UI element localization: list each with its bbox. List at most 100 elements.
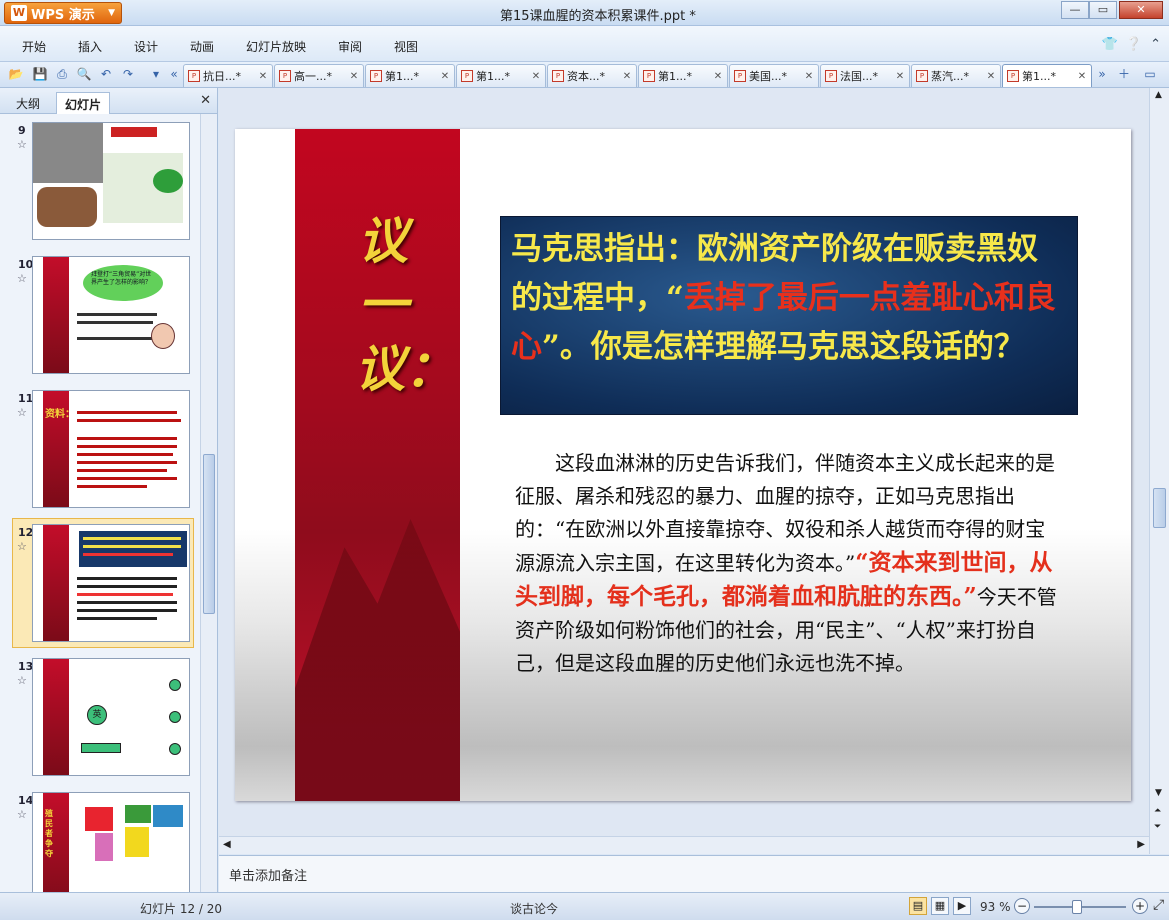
thumbnail-scrollbar[interactable]: [200, 114, 217, 892]
ppt-file-icon: P: [370, 70, 382, 82]
notes-input[interactable]: 单击添加备注: [219, 855, 1169, 892]
quote-box[interactable]: 马克思指出：欧洲资产阶级在贩卖黑奴的过程中，“丢掉了最后一点羞耻心和良心”。你是…: [500, 216, 1078, 415]
maximize-button[interactable]: ▭: [1089, 1, 1117, 19]
scroll-thumb[interactable]: [1153, 488, 1166, 528]
document-tab-bar: 📂 💾 ⎙ 🔍 ↶ ↷ ▾ « P 抗日...* ✕ P 高一...* ✕ P 第1...…: [0, 62, 1169, 88]
zoom-slider-knob[interactable]: [1072, 900, 1082, 914]
ppt-file-icon: P: [188, 70, 200, 82]
chevron-down-icon: ▼: [108, 8, 115, 18]
ppt-file-icon: P: [461, 70, 473, 82]
tab-close-icon[interactable]: ✕: [439, 71, 451, 82]
ppt-file-icon: P: [1007, 70, 1019, 82]
tab-list-icon[interactable]: ▭: [1142, 66, 1158, 82]
menu-home[interactable]: 开始: [22, 38, 46, 55]
zoom-out-button[interactable]: −: [1014, 898, 1030, 914]
tab-close-icon[interactable]: ✕: [1076, 71, 1088, 82]
print-preview-icon[interactable]: 🔍: [76, 66, 92, 82]
scroll-thumb[interactable]: [203, 454, 215, 614]
doc-tab-active[interactable]: P 第1...* ✕: [1002, 64, 1092, 87]
tab-slides[interactable]: 幻灯片: [56, 92, 111, 114]
new-tab-icon[interactable]: ＋: [1116, 66, 1132, 82]
help-icon[interactable]: ❔: [1126, 37, 1142, 52]
doc-tab[interactable]: P 法国...* ✕: [820, 64, 910, 87]
slide-body-text[interactable]: 这段血淋淋的历史告诉我们，伴随资本主义成长起来的是征服、屠杀和残忍的暴力、血腥的…: [515, 447, 1060, 680]
scroll-up-icon[interactable]: ▲: [1155, 90, 1162, 100]
tab-scroll-left-icon[interactable]: «: [166, 66, 182, 82]
doc-tab[interactable]: P 抗日...* ✕: [183, 64, 273, 87]
menu-view[interactable]: 视图: [394, 38, 418, 55]
menu-design[interactable]: 设计: [134, 38, 158, 55]
ppt-file-icon: P: [279, 70, 291, 82]
star-icon: ☆: [17, 540, 27, 553]
slideshow-icon[interactable]: ▶: [953, 897, 971, 915]
status-bar: 幻灯片 12 / 20 谈古论今 ▤ ▦ ▶ 93 % − + ⤢: [0, 892, 1169, 920]
tab-outline[interactable]: 大纲: [8, 92, 48, 114]
slide-editor: 议一议： 马克思指出：欧洲资产阶级在贩卖黑奴的过程中，“丢掉了最后一点羞耻心和良…: [219, 88, 1169, 854]
ppt-file-icon: P: [552, 70, 564, 82]
star-icon: ☆: [17, 808, 27, 821]
scroll-right-icon[interactable]: ▶: [1137, 839, 1145, 850]
tab-close-icon[interactable]: ✕: [348, 71, 360, 82]
tab-close-icon[interactable]: ✕: [712, 71, 724, 82]
ppt-file-icon: P: [734, 70, 746, 82]
title-bar: W WPS 演示 ▼ 第15课血腥的资本积累课件.ppt * — ▭ ✕: [0, 0, 1169, 26]
menu-review[interactable]: 审阅: [338, 38, 362, 55]
ppt-file-icon: P: [916, 70, 928, 82]
print-icon[interactable]: ⎙: [54, 66, 70, 82]
skin-icon[interactable]: 👕: [1102, 37, 1118, 52]
slide-counter: 幻灯片 12 / 20: [140, 902, 223, 916]
menu-bar: 开始 插入 设计 动画 幻灯片放映 审阅 视图 👕 ❔ ⌃: [0, 26, 1169, 62]
undo-icon[interactable]: ↶: [98, 66, 114, 82]
save-icon[interactable]: 💾: [32, 66, 48, 82]
theme-name: 谈古论今: [510, 902, 559, 916]
normal-view-icon[interactable]: ▤: [909, 897, 927, 915]
doc-tab[interactable]: P 第1...* ✕: [365, 64, 455, 87]
scroll-down-icon[interactable]: ▼: [1155, 788, 1162, 798]
menu-animation[interactable]: 动画: [190, 38, 214, 55]
redo-icon[interactable]: ↷: [120, 66, 136, 82]
doc-tab[interactable]: P 第1...* ✕: [456, 64, 546, 87]
star-icon: ☆: [17, 138, 27, 151]
window-title: 第15课血腥的资本积累课件.ppt *: [500, 9, 696, 24]
tab-close-icon[interactable]: ✕: [621, 71, 633, 82]
minimize-button[interactable]: —: [1061, 1, 1089, 19]
doc-tab[interactable]: P 高一...* ✕: [274, 64, 364, 87]
star-icon: ☆: [17, 406, 27, 419]
tab-close-icon[interactable]: ✕: [530, 71, 542, 82]
previous-slide-icon[interactable]: ⏶: [1154, 806, 1161, 816]
tab-close-icon[interactable]: ✕: [894, 71, 906, 82]
fit-window-icon[interactable]: ⤢: [1153, 897, 1164, 913]
ppt-file-icon: P: [643, 70, 655, 82]
menu-insert[interactable]: 插入: [78, 38, 102, 55]
doc-tab[interactable]: P 美国...* ✕: [729, 64, 819, 87]
doc-tab[interactable]: P 资本...* ✕: [547, 64, 637, 87]
horizontal-scrollbar[interactable]: ◀ ▶: [219, 836, 1149, 854]
ribbon-toggle-icon[interactable]: ⌃: [1150, 37, 1161, 52]
slide-title[interactable]: 议一议：: [355, 209, 455, 401]
close-button[interactable]: ✕: [1119, 1, 1163, 19]
tab-close-icon[interactable]: ✕: [257, 71, 269, 82]
star-icon: ☆: [17, 674, 27, 687]
ppt-file-icon: P: [825, 70, 837, 82]
zoom-in-button[interactable]: +: [1132, 898, 1148, 914]
wps-menu-button[interactable]: W WPS 演示 ▼: [4, 2, 122, 24]
vertical-scrollbar[interactable]: ▲ ▼ ⏶ ⏷: [1149, 88, 1169, 854]
next-slide-icon[interactable]: ⏷: [1154, 822, 1161, 832]
current-slide[interactable]: 议一议： 马克思指出：欧洲资产阶级在贩卖黑奴的过程中，“丢掉了最后一点羞耻心和良…: [235, 129, 1131, 801]
menu-slideshow[interactable]: 幻灯片放映: [246, 38, 306, 55]
tab-close-icon[interactable]: ✕: [985, 71, 997, 82]
close-icon[interactable]: ✕: [200, 93, 211, 108]
open-icon[interactable]: 📂: [8, 66, 24, 82]
doc-tab[interactable]: P 第1...* ✕: [638, 64, 728, 87]
slide-panel: 大纲 幻灯片 ✕ 9 ☆ 10 ☆ 拜登打“三角贸易”对世界产生了怎样的影响？: [0, 88, 218, 892]
tab-close-icon[interactable]: ✕: [803, 71, 815, 82]
slide-sorter-icon[interactable]: ▦: [931, 897, 949, 915]
scroll-left-icon[interactable]: ◀: [223, 839, 231, 850]
thumbnail-list: 9 ☆ 10 ☆ 拜登打“三角贸易”对世界产生了怎样的影响？ 11 ☆ 资料： …: [0, 114, 200, 892]
wps-logo-icon: W: [11, 5, 27, 21]
star-icon: ☆: [17, 272, 27, 285]
customize-dropdown-icon[interactable]: ▾: [148, 66, 164, 82]
tab-scroll-right-icon[interactable]: »: [1094, 66, 1110, 82]
zoom-level: 93 %: [980, 900, 1011, 914]
doc-tab[interactable]: P 蒸汽...* ✕: [911, 64, 1001, 87]
